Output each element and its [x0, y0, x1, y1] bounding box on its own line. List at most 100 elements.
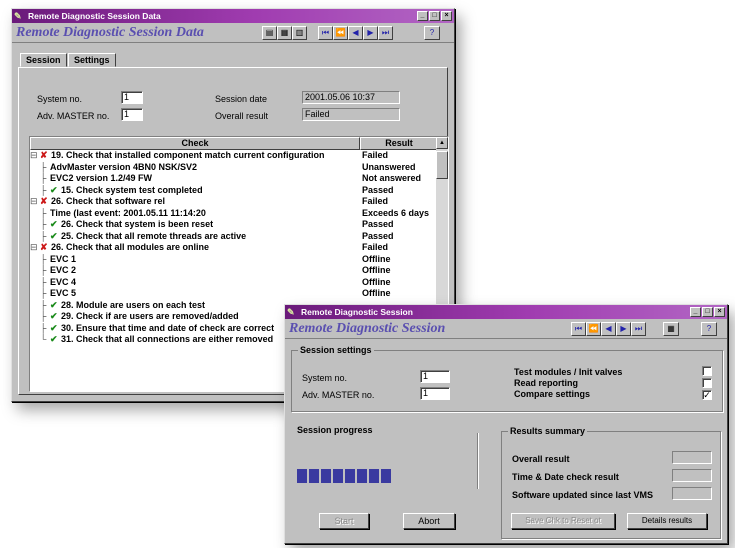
export-icon[interactable]: ▥: [292, 26, 307, 40]
tree-connector-icon: ├: [40, 161, 47, 172]
table-row[interactable]: ├ EVC 5 Offline: [30, 288, 448, 300]
pass-check-icon: ✔: [50, 184, 58, 195]
minimize-button[interactable]: _: [417, 11, 428, 21]
option-label-test-modules: Test modules / Init valves: [514, 367, 623, 377]
check-cell: ├ EVC 5: [30, 288, 360, 300]
check-cell: ⊟ ✘ 26. Check that software rel: [30, 196, 360, 208]
app-title: Remote Diagnostic Session: [289, 321, 446, 336]
tab-session[interactable]: Session: [20, 53, 67, 67]
check-text: 29. Check if are users are removed/added: [61, 311, 239, 321]
previous-record-icon[interactable]: ◀: [348, 26, 363, 40]
tree-connector-icon[interactable]: ⊟: [30, 150, 40, 162]
table-row[interactable]: ├ EVC 1 Offline: [30, 254, 448, 266]
adv-master-label: Adv. MASTER no.: [37, 111, 110, 121]
close-button[interactable]: ×: [714, 307, 725, 317]
tree-connector-icon: ├: [40, 288, 47, 298]
column-header-result[interactable]: Result: [360, 137, 438, 150]
pass-check-icon: ✔: [50, 219, 58, 229]
tree-connector-icon: ├: [40, 184, 47, 195]
last-record-icon[interactable]: ⏭: [631, 322, 646, 336]
tree-connector-icon[interactable]: ⊟: [30, 242, 40, 254]
tree-connector-icon: ├: [40, 276, 47, 287]
session-data-titlebar[interactable]: ✎ Remote Diagnostic Session Data _ □ ×: [12, 9, 454, 23]
result-cell: Offline: [362, 253, 391, 264]
table-row[interactable]: ├ EVC2 version 1.2/49 FW Not answered: [30, 173, 448, 185]
details-results-button[interactable]: Details results: [627, 513, 707, 529]
tree-connector-icon: ├: [40, 299, 47, 310]
system-no-label: System no.: [302, 373, 348, 383]
table-row[interactable]: ⊟ ✘ 26. Check that all modules are online F…: [30, 242, 448, 254]
table-row[interactable]: ├ AdvMaster version 4BN0 NSK/SV2 Unanswere…: [30, 162, 448, 174]
help-icon[interactable]: ?: [424, 26, 440, 40]
print-preview-icon[interactable]: ▦: [277, 26, 292, 40]
session-settings-group: Session settings System no. 1 Adv. MASTE…: [291, 345, 723, 412]
tree-connector-icon: ├: [40, 322, 47, 333]
table-row[interactable]: ├ ✔ 15. Check system test completed Passed: [30, 185, 448, 197]
previous-page-icon[interactable]: ⏪: [333, 26, 348, 40]
check-text: 26. Check that system is been reset: [61, 219, 214, 229]
tab-settings[interactable]: Settings: [68, 53, 116, 67]
option-checkbox-compare-settings[interactable]: ✓: [702, 390, 712, 400]
check-text: 31. Check that all connections are eithe…: [61, 334, 274, 344]
previous-record-icon[interactable]: ◀: [601, 322, 616, 336]
app-title: Remote Diagnostic Session Data: [16, 25, 204, 40]
next-record-icon[interactable]: ▶: [616, 322, 631, 336]
check-text: Time (last event: 2001.05.11 11:14:20: [50, 207, 206, 218]
tree-connector-icon[interactable]: ⊟: [30, 196, 40, 208]
session-titlebar[interactable]: ✎ Remote Diagnostic Session _ □ ×: [285, 305, 727, 319]
column-header-check[interactable]: Check: [30, 137, 360, 150]
check-text: 19. Check that installed component match…: [51, 150, 325, 160]
scroll-thumb[interactable]: [436, 151, 448, 179]
progress-block: [297, 469, 307, 483]
table-row[interactable]: ⊟ ✘ 19. Check that installed component mat…: [30, 150, 448, 162]
next-record-icon[interactable]: ▶: [363, 26, 378, 40]
session-date-label: Session date: [215, 94, 268, 104]
check-cell: ⊟ ✘ 26. Check that all modules are online: [30, 242, 360, 254]
system-no-label: System no.: [37, 94, 83, 104]
close-button[interactable]: ×: [441, 11, 452, 21]
previous-page-icon[interactable]: ⏪: [586, 322, 601, 336]
table-header: Check Result: [30, 137, 448, 150]
scroll-up-icon[interactable]: ▲: [436, 137, 448, 149]
result-cell: Not answered: [362, 173, 422, 183]
progress-block: [357, 469, 367, 483]
maximize-button[interactable]: □: [429, 11, 440, 21]
first-record-icon[interactable]: ⏮: [571, 322, 586, 336]
session-progress-bar: [297, 469, 391, 483]
table-row[interactable]: ├ EVC 2 Offline: [30, 265, 448, 277]
start-button[interactable]: Start: [319, 513, 369, 529]
check-cell: ├ ✔ 15. Check system test completed: [30, 185, 360, 197]
table-row[interactable]: ├ ✔ 26. Check that system is been reset Pas…: [30, 219, 448, 231]
summary-label-time-date: Time & Date check result: [512, 472, 619, 482]
session-data-icon[interactable]: ▦: [663, 322, 679, 336]
system-no-field[interactable]: 1: [420, 370, 450, 383]
check-text: EVC2 version 1.2/49 FW: [50, 173, 153, 183]
tree-connector-icon: ├: [40, 219, 47, 229]
help-icon[interactable]: ?: [701, 322, 717, 336]
abort-button[interactable]: Abort: [403, 513, 455, 529]
system-no-field[interactable]: 1: [121, 91, 143, 104]
option-label-compare-settings: Compare settings: [514, 389, 591, 399]
result-cell: Failed: [362, 150, 389, 160]
check-cell: ├ Time (last event: 2001.05.11 11:14:20: [30, 208, 360, 220]
check-text: AdvMaster version 4BN0 NSK/SV2: [50, 161, 198, 172]
table-row[interactable]: ⊟ ✘ 26. Check that software rel Failed: [30, 196, 448, 208]
table-row[interactable]: ├ EVC 4 Offline: [30, 277, 448, 289]
adv-master-field[interactable]: 1: [420, 387, 450, 400]
save-check-button[interactable]: Save Chk to Reset ot: [511, 513, 615, 529]
window-title: Remote Diagnostic Session: [301, 307, 413, 317]
print-icon[interactable]: ▤: [262, 26, 277, 40]
adv-master-field[interactable]: 1: [121, 108, 143, 121]
maximize-button[interactable]: □: [702, 307, 713, 317]
option-checkbox-test-modules[interactable]: [702, 366, 712, 376]
session-settings-title: Session settings: [298, 345, 374, 355]
option-checkbox-read-reporting[interactable]: [702, 378, 712, 388]
table-row[interactable]: ├ Time (last event: 2001.05.11 11:14:20 Ex…: [30, 208, 448, 220]
table-row[interactable]: ├ ✔ 25. Check that all remote threads are …: [30, 231, 448, 243]
check-text: EVC 2: [50, 265, 77, 275]
first-record-icon[interactable]: ⏮: [318, 26, 333, 40]
check-cell: ├ ✔ 25. Check that all remote threads are …: [30, 231, 360, 243]
minimize-button[interactable]: _: [690, 307, 701, 317]
last-record-icon[interactable]: ⏭: [378, 26, 393, 40]
session-date-field: 2001.05.06 10:37: [302, 91, 400, 104]
